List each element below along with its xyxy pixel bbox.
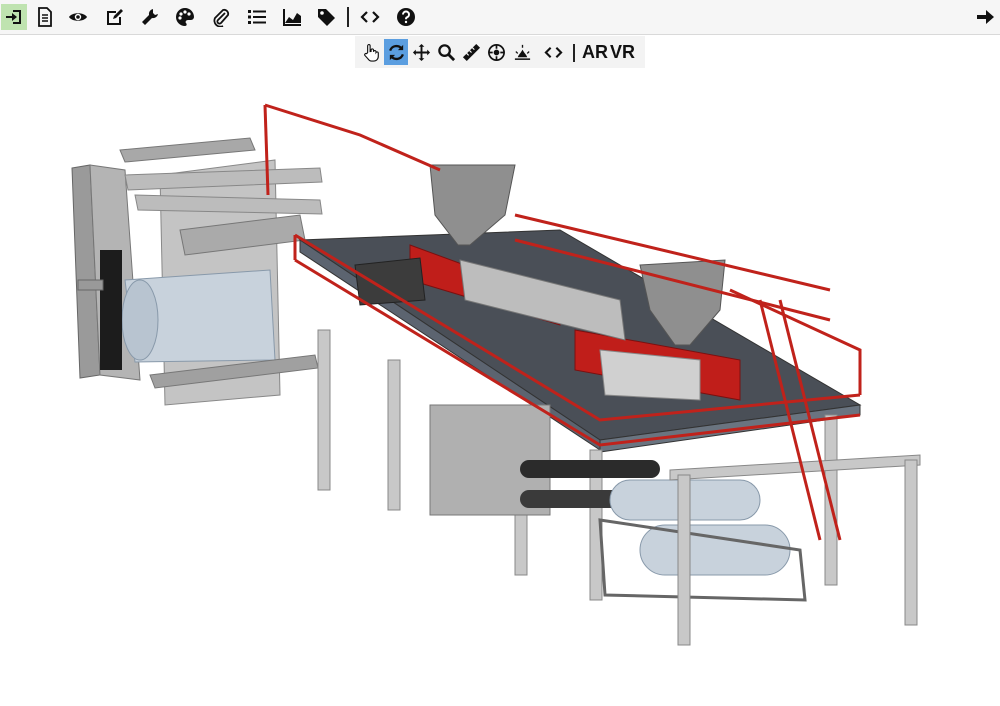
ruler-icon bbox=[462, 43, 480, 61]
view-button[interactable] bbox=[65, 4, 91, 30]
hand-pointer-icon bbox=[363, 43, 379, 62]
eye-icon bbox=[69, 13, 87, 21]
chart-button[interactable] bbox=[279, 4, 305, 30]
pan-tool-button[interactable] bbox=[409, 39, 433, 65]
move-icon bbox=[412, 43, 430, 61]
main-toolbar bbox=[0, 0, 1000, 35]
document-icon bbox=[38, 7, 52, 27]
toolbar-divider bbox=[347, 7, 349, 27]
select-tool-button[interactable] bbox=[358, 39, 382, 65]
explode-icon bbox=[487, 43, 505, 61]
zoom-tool-button[interactable] bbox=[434, 39, 458, 65]
measure-tool-button[interactable] bbox=[459, 39, 483, 65]
rotate-icon bbox=[388, 44, 404, 60]
viewer-toolbar-divider bbox=[573, 44, 575, 62]
code-icon bbox=[543, 46, 563, 58]
list-icon bbox=[248, 10, 266, 24]
login-button[interactable] bbox=[1, 4, 27, 30]
help-button[interactable] bbox=[393, 4, 419, 30]
tools-button[interactable] bbox=[137, 4, 163, 30]
viewer-code-button[interactable] bbox=[541, 39, 565, 65]
structure-button[interactable] bbox=[244, 4, 270, 30]
arrow-right-icon bbox=[977, 10, 994, 24]
tag-icon bbox=[318, 9, 335, 26]
edit-button[interactable] bbox=[101, 4, 127, 30]
light-icon bbox=[514, 44, 530, 60]
forward-button[interactable] bbox=[972, 4, 998, 30]
winder-unit bbox=[71, 137, 323, 406]
paperclip-icon bbox=[213, 8, 230, 27]
palette-icon bbox=[176, 8, 194, 26]
attachments-button[interactable] bbox=[208, 4, 234, 30]
wrench-icon bbox=[142, 9, 158, 25]
viewer-toolbar: AR VR bbox=[355, 36, 645, 68]
vr-button[interactable]: VR bbox=[610, 41, 635, 63]
document-button[interactable] bbox=[32, 4, 58, 30]
ar-button[interactable]: AR bbox=[582, 41, 608, 63]
code-icon bbox=[360, 11, 380, 23]
extrusion-line-model[interactable] bbox=[0, 68, 1000, 701]
tag-button[interactable] bbox=[313, 4, 339, 30]
help-icon bbox=[397, 8, 415, 26]
appearance-button[interactable] bbox=[172, 4, 198, 30]
zoom-icon bbox=[437, 43, 455, 61]
area-chart-icon bbox=[283, 9, 301, 26]
rotate-tool-button[interactable] bbox=[384, 39, 408, 65]
lighting-tool-button[interactable] bbox=[510, 39, 534, 65]
login-icon bbox=[6, 10, 21, 24]
embed-code-button[interactable] bbox=[357, 4, 383, 30]
edit-icon bbox=[107, 9, 123, 25]
model-viewport[interactable] bbox=[0, 68, 1000, 701]
explode-tool-button[interactable] bbox=[484, 39, 508, 65]
